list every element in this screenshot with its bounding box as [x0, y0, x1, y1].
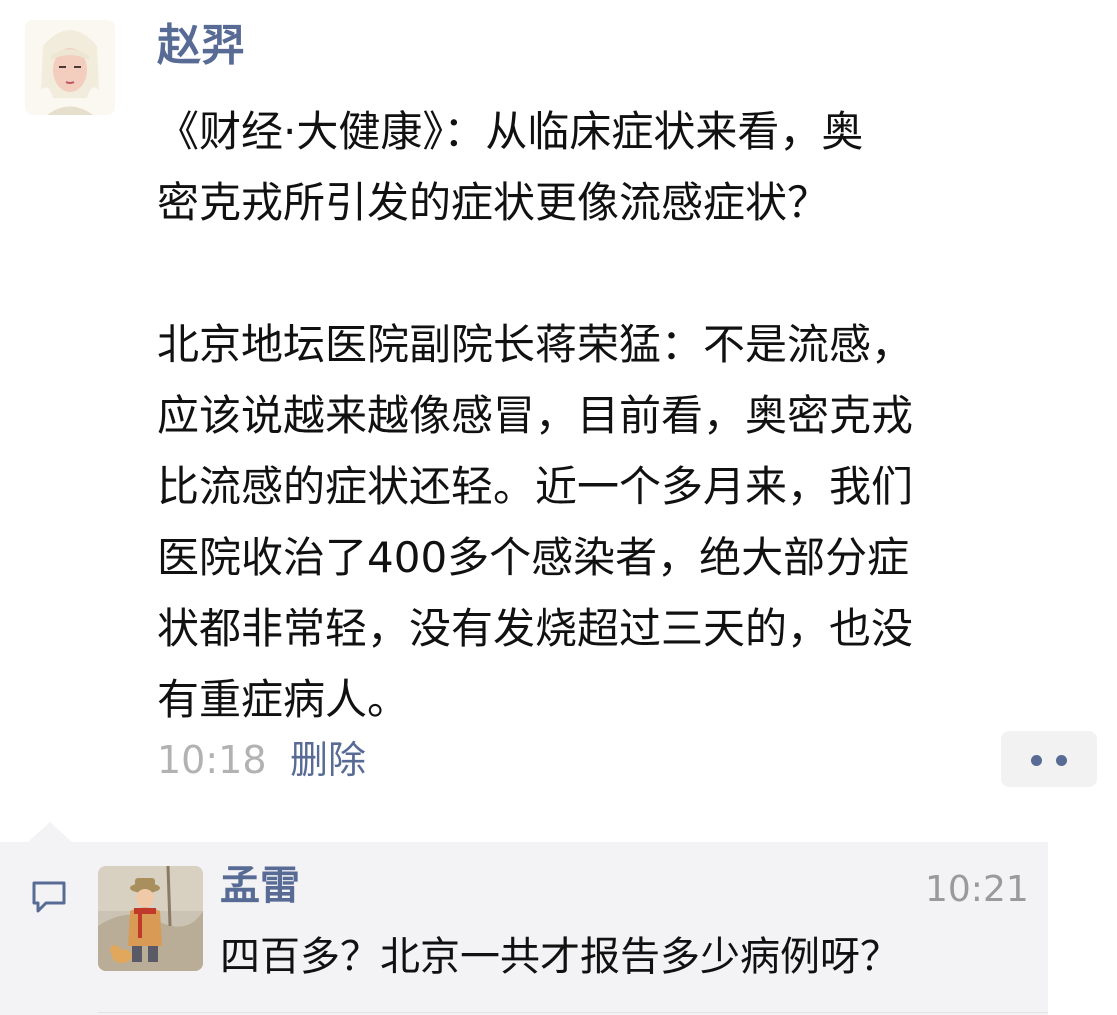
- two-dots-icon: [1031, 755, 1042, 766]
- author-avatar-illustration: [25, 20, 115, 115]
- comment-time: 10:21: [925, 869, 1029, 910]
- commenter-name[interactable]: 孟雷: [220, 858, 300, 914]
- comment-icon: [30, 878, 68, 916]
- post-text: 《财经·大健康》：从临床症状来看，奥 密克戎所引发的症状更像流感症状？ 北京地坛…: [157, 107, 914, 724]
- more-actions-button[interactable]: [1001, 731, 1097, 787]
- commenter-avatar[interactable]: [98, 866, 203, 971]
- two-dots-icon: [1056, 755, 1067, 766]
- commenter-avatar-illustration: [98, 866, 203, 971]
- comment-divider: [98, 1012, 1048, 1013]
- post-time: 10:18: [157, 738, 267, 782]
- author-avatar[interactable]: [25, 20, 115, 115]
- comment-text[interactable]: 四百多？北京一共才报告多少病例呀？: [220, 929, 900, 985]
- author-name[interactable]: 赵羿: [157, 18, 245, 74]
- comment-area-pointer: [28, 822, 72, 842]
- delete-link[interactable]: 删除: [290, 734, 366, 786]
